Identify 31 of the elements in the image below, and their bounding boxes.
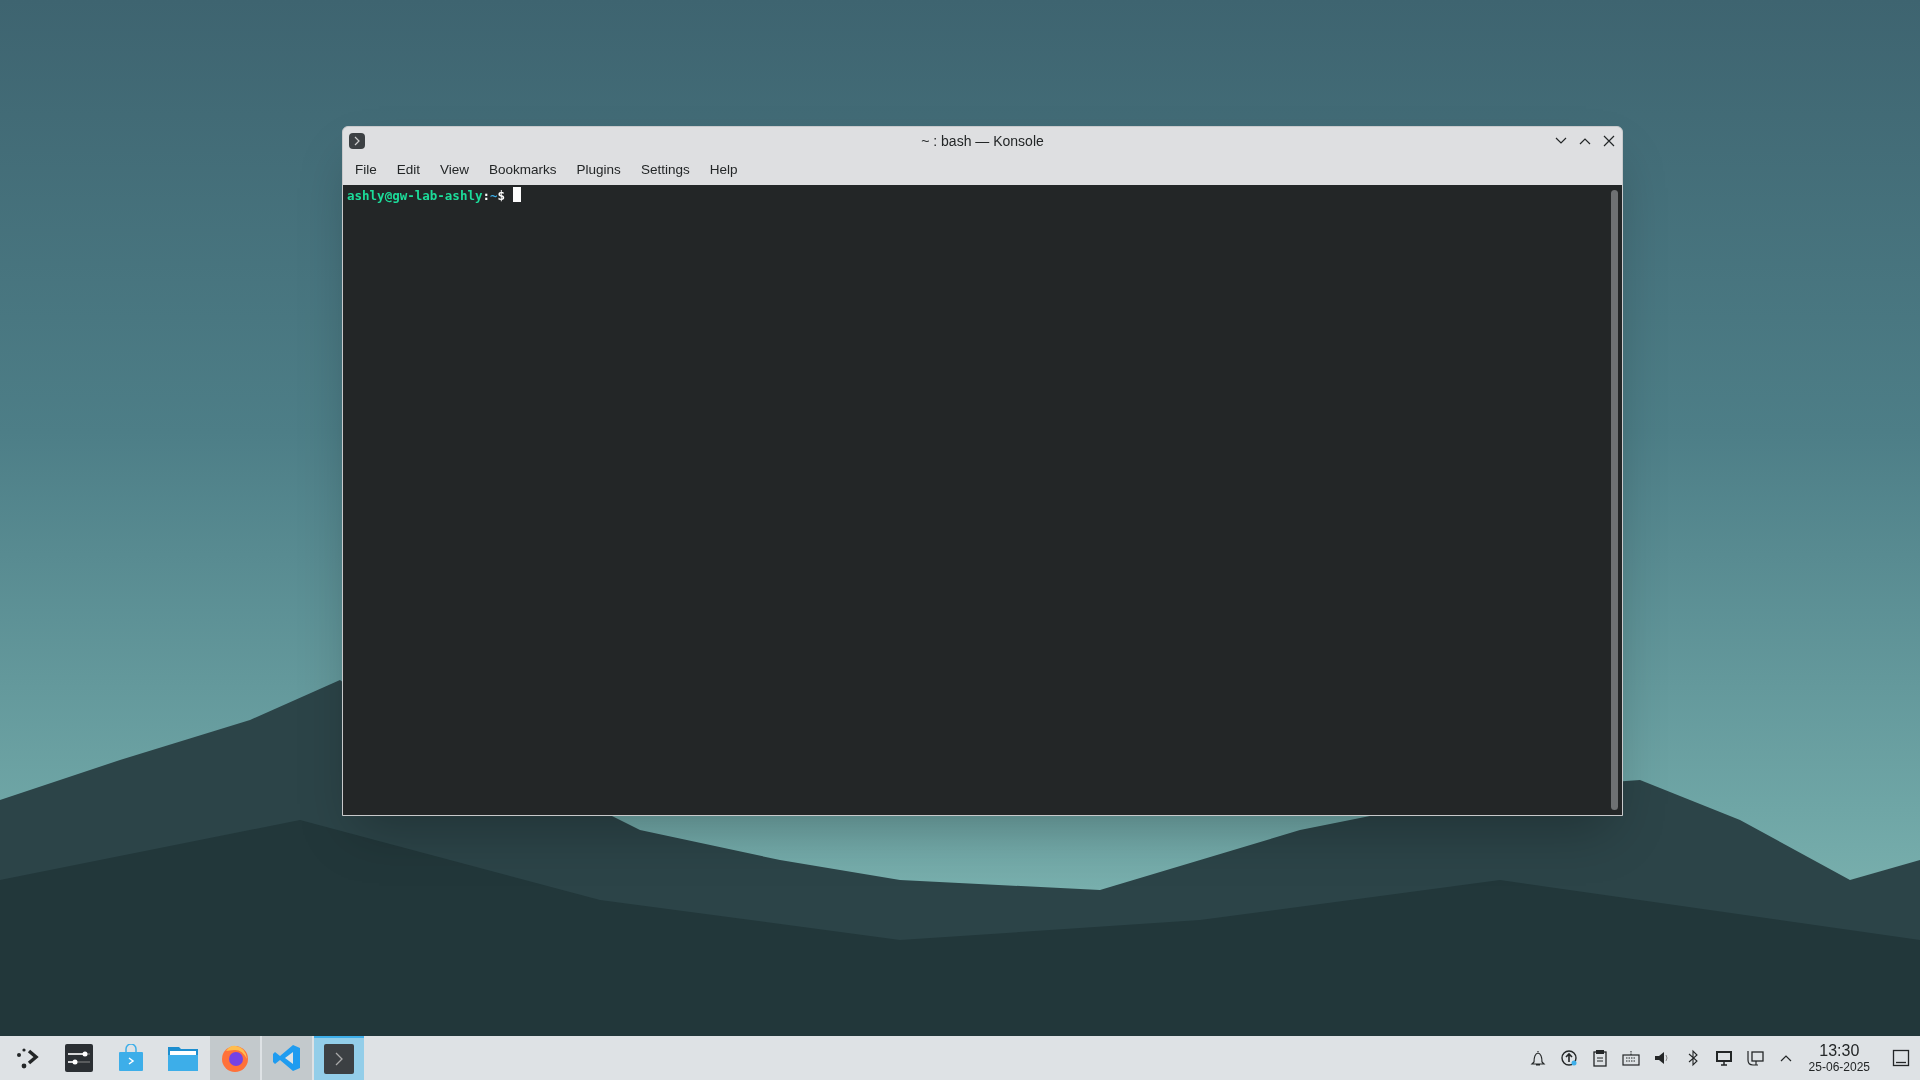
launcher-icon [15, 1046, 39, 1070]
monitor-icon[interactable] [1714, 1049, 1733, 1067]
menu-item[interactable]: Settings [630, 156, 700, 184]
code-editor-icon [272, 1043, 302, 1073]
shell-prompt: ashly@gw-lab-ashly:~$ [347, 187, 506, 205]
menu-item[interactable]: Bookmarks [479, 156, 567, 184]
terminal-area[interactable]: ashly@gw-lab-ashly:~$ [343, 185, 1622, 815]
close-icon[interactable] [1602, 134, 1616, 148]
menu-item[interactable]: View [430, 156, 480, 184]
menu-item[interactable]: Edit [386, 156, 431, 184]
folder-icon [168, 1045, 198, 1071]
menu-item[interactable]: File [345, 156, 387, 184]
clock-time[interactable]: 13:30 [1819, 1043, 1860, 1059]
network-icon[interactable] [1745, 1049, 1764, 1067]
taskbar-app-button[interactable] [314, 1036, 364, 1080]
menu-item[interactable]: Help [699, 156, 748, 184]
shopping-bag-icon [118, 1044, 144, 1072]
fox-globe-icon [220, 1043, 250, 1073]
bell-icon[interactable] [1528, 1049, 1547, 1067]
terminal-app-icon[interactable] [349, 133, 365, 149]
text-cursor [513, 187, 522, 202]
menu-item[interactable]: Plugins [566, 156, 631, 184]
show-desktop-icon[interactable] [1892, 1049, 1910, 1067]
clipboard-icon[interactable] [1590, 1049, 1609, 1067]
keyboard-icon[interactable] [1621, 1049, 1640, 1067]
terminal-icon [324, 1044, 354, 1074]
clock-date[interactable]: 25-06-2025 [1808, 1061, 1870, 1073]
scrollbar-thumb[interactable] [1611, 190, 1618, 810]
window-title: ~ : bash — Konsole [921, 131, 1044, 151]
sliders-icon [65, 1044, 93, 1072]
speaker-icon[interactable] [1652, 1049, 1671, 1067]
